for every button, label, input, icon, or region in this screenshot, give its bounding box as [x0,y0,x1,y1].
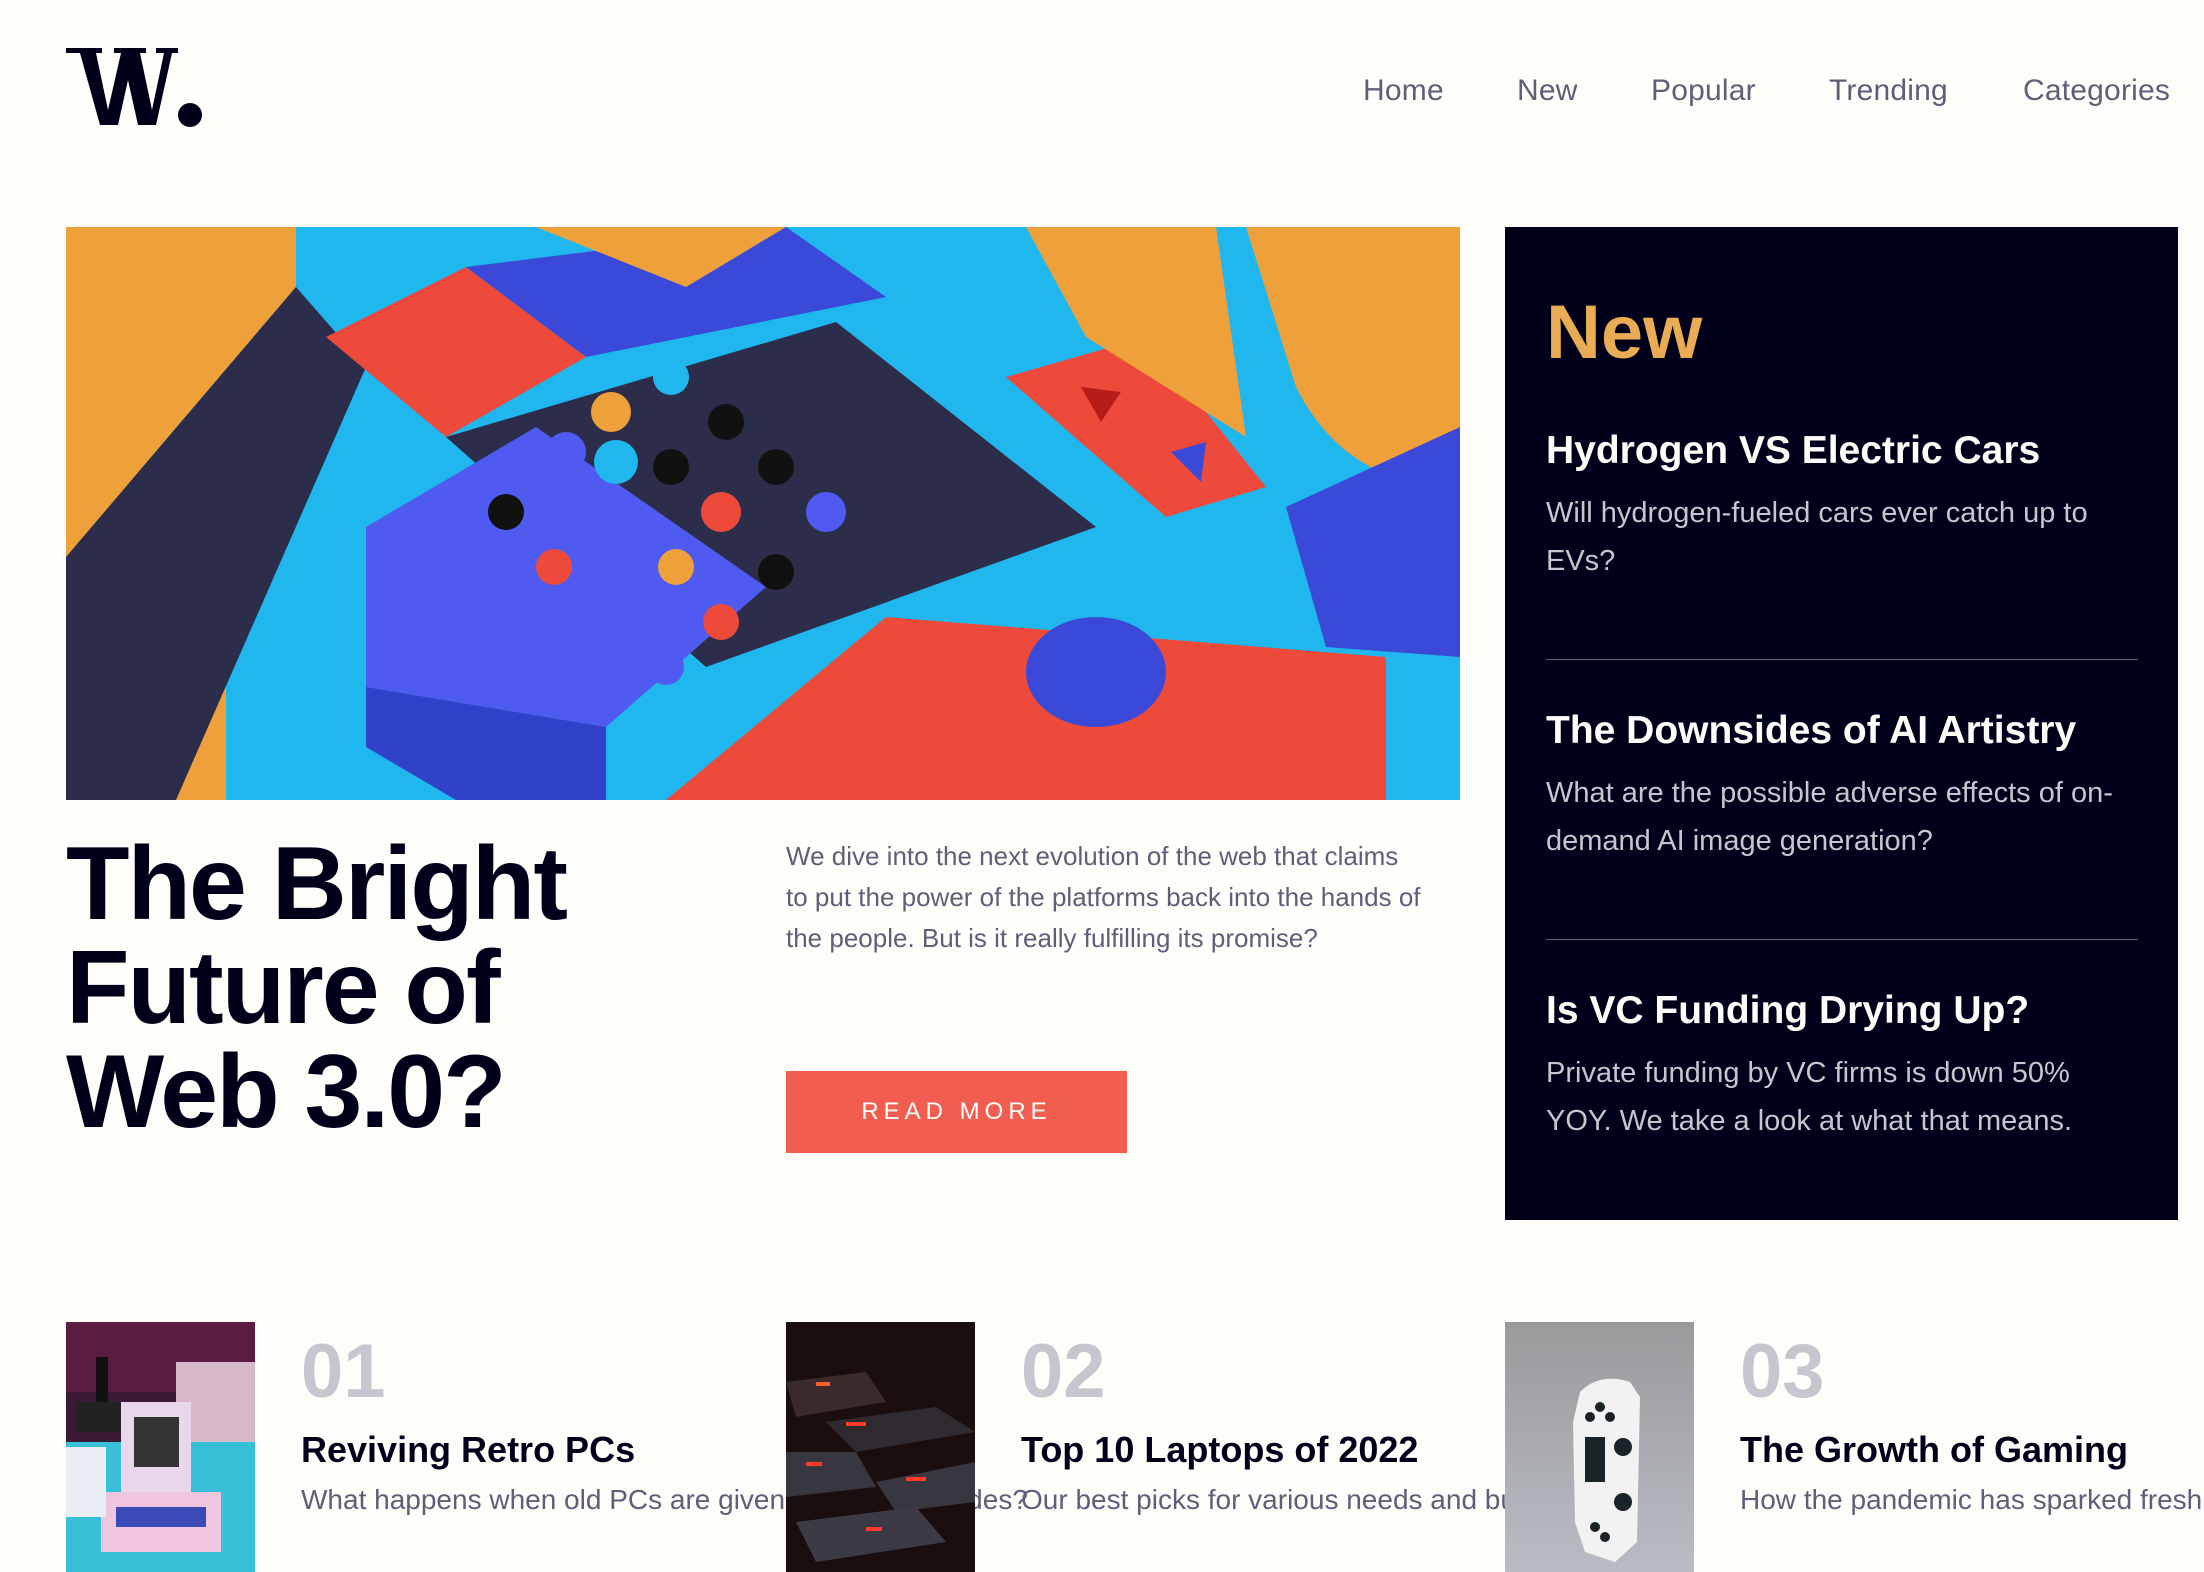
new-item[interactable]: The Downsides of AI Artistry What are th… [1546,707,2138,865]
gaming-image [1505,1322,1694,1572]
retro-pcs-thumbnail [66,1322,255,1572]
gaming-thumbnail [1505,1322,1694,1572]
main-nav: Home New Popular Trending Categories [0,74,2204,118]
nav-popular[interactable]: Popular [1651,74,1756,108]
divider [1546,939,2138,940]
new-item-description: What are the possible adverse effects of… [1546,777,2113,857]
hero-description: We dive into the next evolution of the w… [786,841,1421,953]
retro-pcs-image [66,1322,255,1572]
new-item-description: Private funding by VC firms is down 50% … [1546,1057,2073,1137]
card-number: 03 [1740,1329,1825,1414]
new-panel: New Hydrogen VS Electric Cars Will hydro… [1505,227,2178,1220]
hero-image [66,227,1460,800]
card-title[interactable]: Reviving Retro PCs [301,1426,635,1474]
card-number: 01 [301,1329,386,1414]
new-panel-heading: New [1546,290,1703,375]
nav-trending[interactable]: Trending [1829,74,1948,108]
new-item[interactable]: Is VC Funding Drying Up? Private funding… [1546,987,2138,1145]
nav-home[interactable]: Home [1363,74,1444,108]
new-item-title[interactable]: The Downsides of AI Artistry [1546,707,2138,755]
card-title[interactable]: Top 10 Laptops of 2022 [1021,1426,1418,1474]
laptops-image [786,1322,975,1572]
nav-categories[interactable]: Categories [2023,74,2170,108]
hero-title: The Bright Future of Web 3.0? [66,826,568,1150]
article-card: 02 Top 10 Laptops of 2022 Our best picks… [786,1322,1592,1572]
new-item[interactable]: Hydrogen VS Electric Cars Will hydrogen-… [1546,427,2138,585]
read-more-button[interactable]: READ MORE [786,1071,1127,1153]
laptops-thumbnail [786,1322,975,1572]
nav-new[interactable]: New [1517,74,1578,108]
new-item-title[interactable]: Is VC Funding Drying Up? [1546,987,2138,1035]
new-item-title[interactable]: Hydrogen VS Electric Cars [1546,427,2138,475]
new-item-description: Will hydrogen-fueled cars ever catch up … [1546,497,2088,577]
divider [1546,659,2138,660]
card-number: 02 [1021,1329,1106,1414]
card-title[interactable]: The Growth of Gaming [1740,1426,2128,1474]
article-card: 03 The Growth of Gaming How the pandemic… [1505,1322,2204,1572]
hero-illustration [66,227,1460,800]
article-card: 01 Reviving Retro PCs What happens when … [66,1322,1028,1572]
card-description: How the pandemic has sparked fresh oppor… [1740,1484,2204,1515]
